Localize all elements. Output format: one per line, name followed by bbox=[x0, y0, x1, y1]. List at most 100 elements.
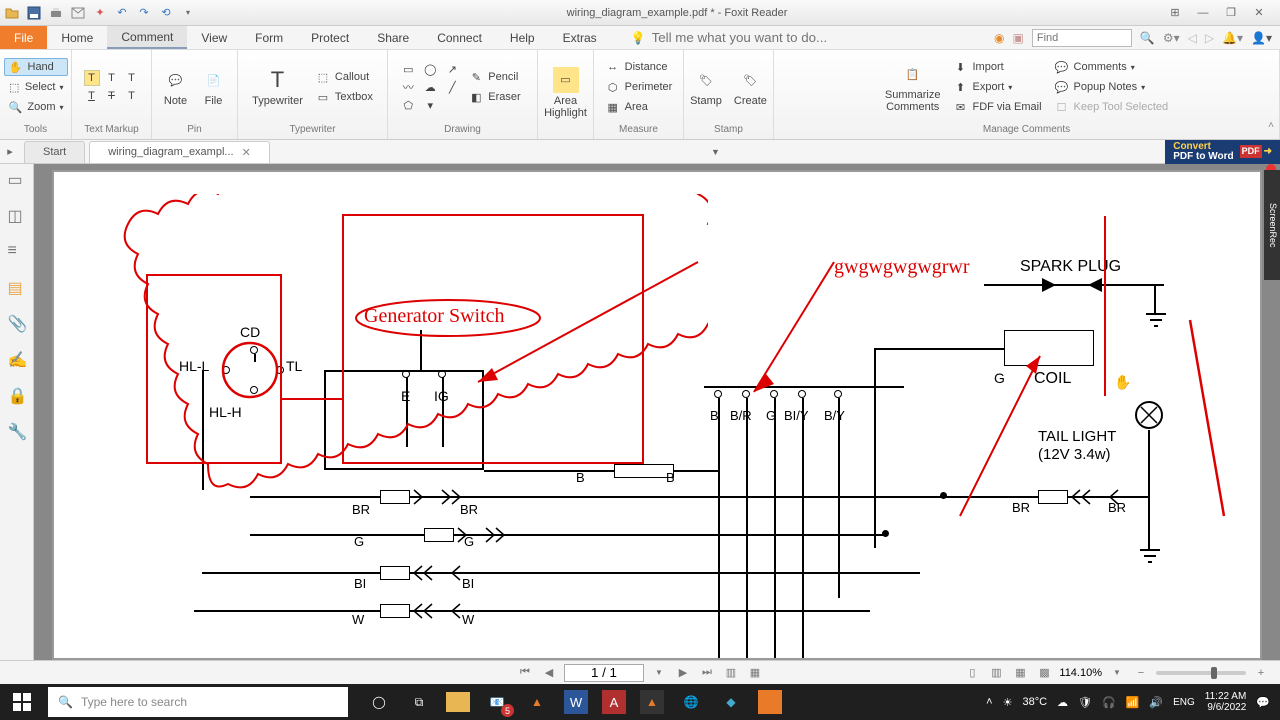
polygon-icon[interactable]: ⬠ bbox=[400, 97, 416, 113]
more-shapes-icon[interactable]: ▾ bbox=[422, 97, 438, 113]
weather-icon[interactable]: ☀ bbox=[1003, 696, 1013, 709]
view-mode-1-icon[interactable]: ▥ bbox=[722, 664, 740, 682]
select-tool-button[interactable]: ⬚Select▾ bbox=[4, 78, 68, 96]
notifications-icon[interactable]: 💬 bbox=[1256, 696, 1270, 709]
language-icon[interactable]: ENG bbox=[1173, 697, 1195, 708]
underline-icon[interactable]: T bbox=[84, 88, 100, 104]
zoom-out-icon[interactable]: − bbox=[1132, 664, 1150, 682]
cloud-icon[interactable]: ☁ bbox=[422, 79, 438, 95]
autodesk-icon[interactable]: ▲ bbox=[640, 690, 664, 714]
export-button[interactable]: ⬆Export▾ bbox=[948, 78, 1045, 96]
zoom-in-icon[interactable]: + bbox=[1252, 664, 1270, 682]
word-icon[interactable]: W bbox=[564, 690, 588, 714]
autocad-icon[interactable]: A bbox=[602, 690, 626, 714]
qat-more-icon[interactable]: ▾ bbox=[180, 5, 196, 21]
menu-share[interactable]: Share bbox=[363, 26, 423, 49]
attachments-icon[interactable]: 📎 bbox=[8, 314, 26, 332]
red-arrow-ig[interactable] bbox=[448, 252, 708, 412]
page-number-input[interactable] bbox=[564, 664, 644, 682]
email-icon[interactable] bbox=[70, 5, 86, 21]
layout-3-icon[interactable]: ▦ bbox=[1011, 664, 1029, 682]
convert-pdf-ad[interactable]: ConvertPDF to Word PDF ➜ bbox=[1165, 140, 1280, 164]
app-icon[interactable]: ◆ bbox=[718, 689, 744, 715]
menu-comment[interactable]: Comment bbox=[107, 26, 187, 49]
menu-extras[interactable]: Extras bbox=[549, 26, 611, 49]
eraser-button[interactable]: ◧Eraser bbox=[464, 88, 524, 106]
find-input[interactable] bbox=[1032, 29, 1132, 47]
red-circle[interactable] bbox=[220, 340, 280, 400]
save-icon[interactable] bbox=[26, 5, 42, 21]
layers-icon[interactable]: ≡ bbox=[8, 242, 26, 260]
line-icon[interactable]: ╱ bbox=[444, 79, 460, 95]
first-page-icon[interactable]: ⏮ bbox=[516, 664, 534, 682]
red-link[interactable] bbox=[282, 398, 344, 400]
stamp-button[interactable]: 🏷Stamp bbox=[686, 65, 726, 109]
feedback-icon[interactable]: ▣ bbox=[1013, 31, 1024, 45]
comments-panel-icon[interactable]: ▤ bbox=[8, 278, 26, 296]
find-search-icon[interactable]: 🔍 bbox=[1140, 31, 1155, 45]
zoom-thumb[interactable] bbox=[1211, 667, 1217, 679]
layout-2-icon[interactable]: ▥ bbox=[987, 664, 1005, 682]
view-mode-2-icon[interactable]: ▦ bbox=[746, 664, 764, 682]
user-icon[interactable]: 👤▾ bbox=[1251, 31, 1272, 45]
strikeout-icon[interactable]: T bbox=[104, 88, 120, 104]
callout-button[interactable]: ⬚Callout bbox=[311, 68, 377, 86]
perimeter-button[interactable]: ⬡Perimeter bbox=[601, 78, 677, 96]
tray-expand-icon[interactable]: ˄ bbox=[986, 696, 992, 708]
minimize-icon[interactable]: — bbox=[1196, 6, 1210, 20]
menu-form[interactable]: Form bbox=[241, 26, 297, 49]
fdf-email-button[interactable]: ✉FDF via Email bbox=[948, 98, 1045, 116]
mail-icon[interactable]: 📧5 bbox=[484, 689, 510, 715]
last-page-icon[interactable]: ⏭ bbox=[698, 664, 716, 682]
vlc-icon[interactable]: ▲ bbox=[524, 689, 550, 715]
rect-icon[interactable]: ▭ bbox=[400, 61, 416, 77]
start-button[interactable] bbox=[0, 684, 44, 720]
wifi-icon[interactable]: 📶 bbox=[1126, 696, 1140, 709]
maximize-icon[interactable]: ❐ bbox=[1224, 6, 1238, 20]
highlight-icon[interactable]: T bbox=[84, 70, 100, 86]
pencil-button[interactable]: ✎Pencil bbox=[464, 68, 524, 86]
red-vline-1[interactable] bbox=[1104, 216, 1106, 396]
oval-icon[interactable]: ◯ bbox=[422, 61, 438, 77]
file-menu[interactable]: File bbox=[0, 26, 47, 49]
foxit-logo-icon[interactable]: ◉ bbox=[994, 31, 1004, 45]
import-button[interactable]: ⬇Import bbox=[948, 58, 1045, 76]
keep-tool-checkbox[interactable]: ☐Keep Tool Selected bbox=[1050, 98, 1173, 116]
squiggly-icon[interactable]: T bbox=[104, 70, 120, 86]
create-stamp-button[interactable]: 🏷Create bbox=[730, 65, 771, 109]
open-icon[interactable] bbox=[4, 5, 20, 21]
layout-1-icon[interactable]: ▯ bbox=[963, 664, 981, 682]
taskbar-search[interactable]: 🔍Type here to search bbox=[48, 687, 348, 717]
signatures-icon[interactable]: ✍ bbox=[8, 350, 26, 368]
next-page-icon[interactable]: ▶ bbox=[674, 664, 692, 682]
zoom-dropdown-icon[interactable]: ▼ bbox=[1108, 664, 1126, 682]
red-diag-right[interactable] bbox=[1180, 316, 1240, 526]
tell-me-search[interactable]: 💡 bbox=[611, 26, 986, 49]
bookmarks-icon[interactable]: ▭ bbox=[8, 170, 26, 188]
settings-gear-icon[interactable]: ⚙▾ bbox=[1163, 31, 1180, 45]
red-arrow-coil[interactable] bbox=[950, 336, 1070, 526]
summarize-button[interactable]: 📋Summarize Comments bbox=[881, 59, 945, 115]
gw-text[interactable]: gwgwgwgwgrwr bbox=[834, 256, 970, 279]
canvas[interactable]: CD HL-L HL-H TL E IG bbox=[34, 164, 1280, 664]
panel-toggle-icon[interactable]: ▸ bbox=[0, 145, 20, 158]
new-icon[interactable]: ✦ bbox=[92, 5, 108, 21]
foxit-taskbar-icon[interactable] bbox=[758, 690, 782, 714]
replace-icon[interactable]: T bbox=[124, 88, 140, 104]
onedrive-icon[interactable]: ☁ bbox=[1057, 696, 1068, 709]
textbox-button[interactable]: ▭Textbox bbox=[311, 88, 377, 106]
page-dropdown-icon[interactable]: ▼ bbox=[650, 664, 668, 682]
pages-icon[interactable]: ◫ bbox=[8, 206, 26, 224]
explorer-icon[interactable] bbox=[446, 692, 470, 712]
clock[interactable]: 11:22 AM9/6/2022 bbox=[1205, 691, 1247, 713]
menu-home[interactable]: Home bbox=[47, 26, 107, 49]
distance-button[interactable]: ↔Distance bbox=[601, 58, 677, 76]
print-icon[interactable] bbox=[48, 5, 64, 21]
layout-4-icon[interactable]: ▩ bbox=[1035, 664, 1053, 682]
zoom-slider[interactable] bbox=[1156, 671, 1246, 675]
undo-icon[interactable]: ↶ bbox=[114, 5, 130, 21]
rotate-icon[interactable]: ⟲ bbox=[158, 5, 174, 21]
collapse-ribbon-icon[interactable]: ˄ bbox=[1268, 120, 1274, 131]
comments-button[interactable]: 💬Comments▾ bbox=[1050, 58, 1173, 76]
volume-icon[interactable]: 🔊 bbox=[1149, 696, 1163, 709]
